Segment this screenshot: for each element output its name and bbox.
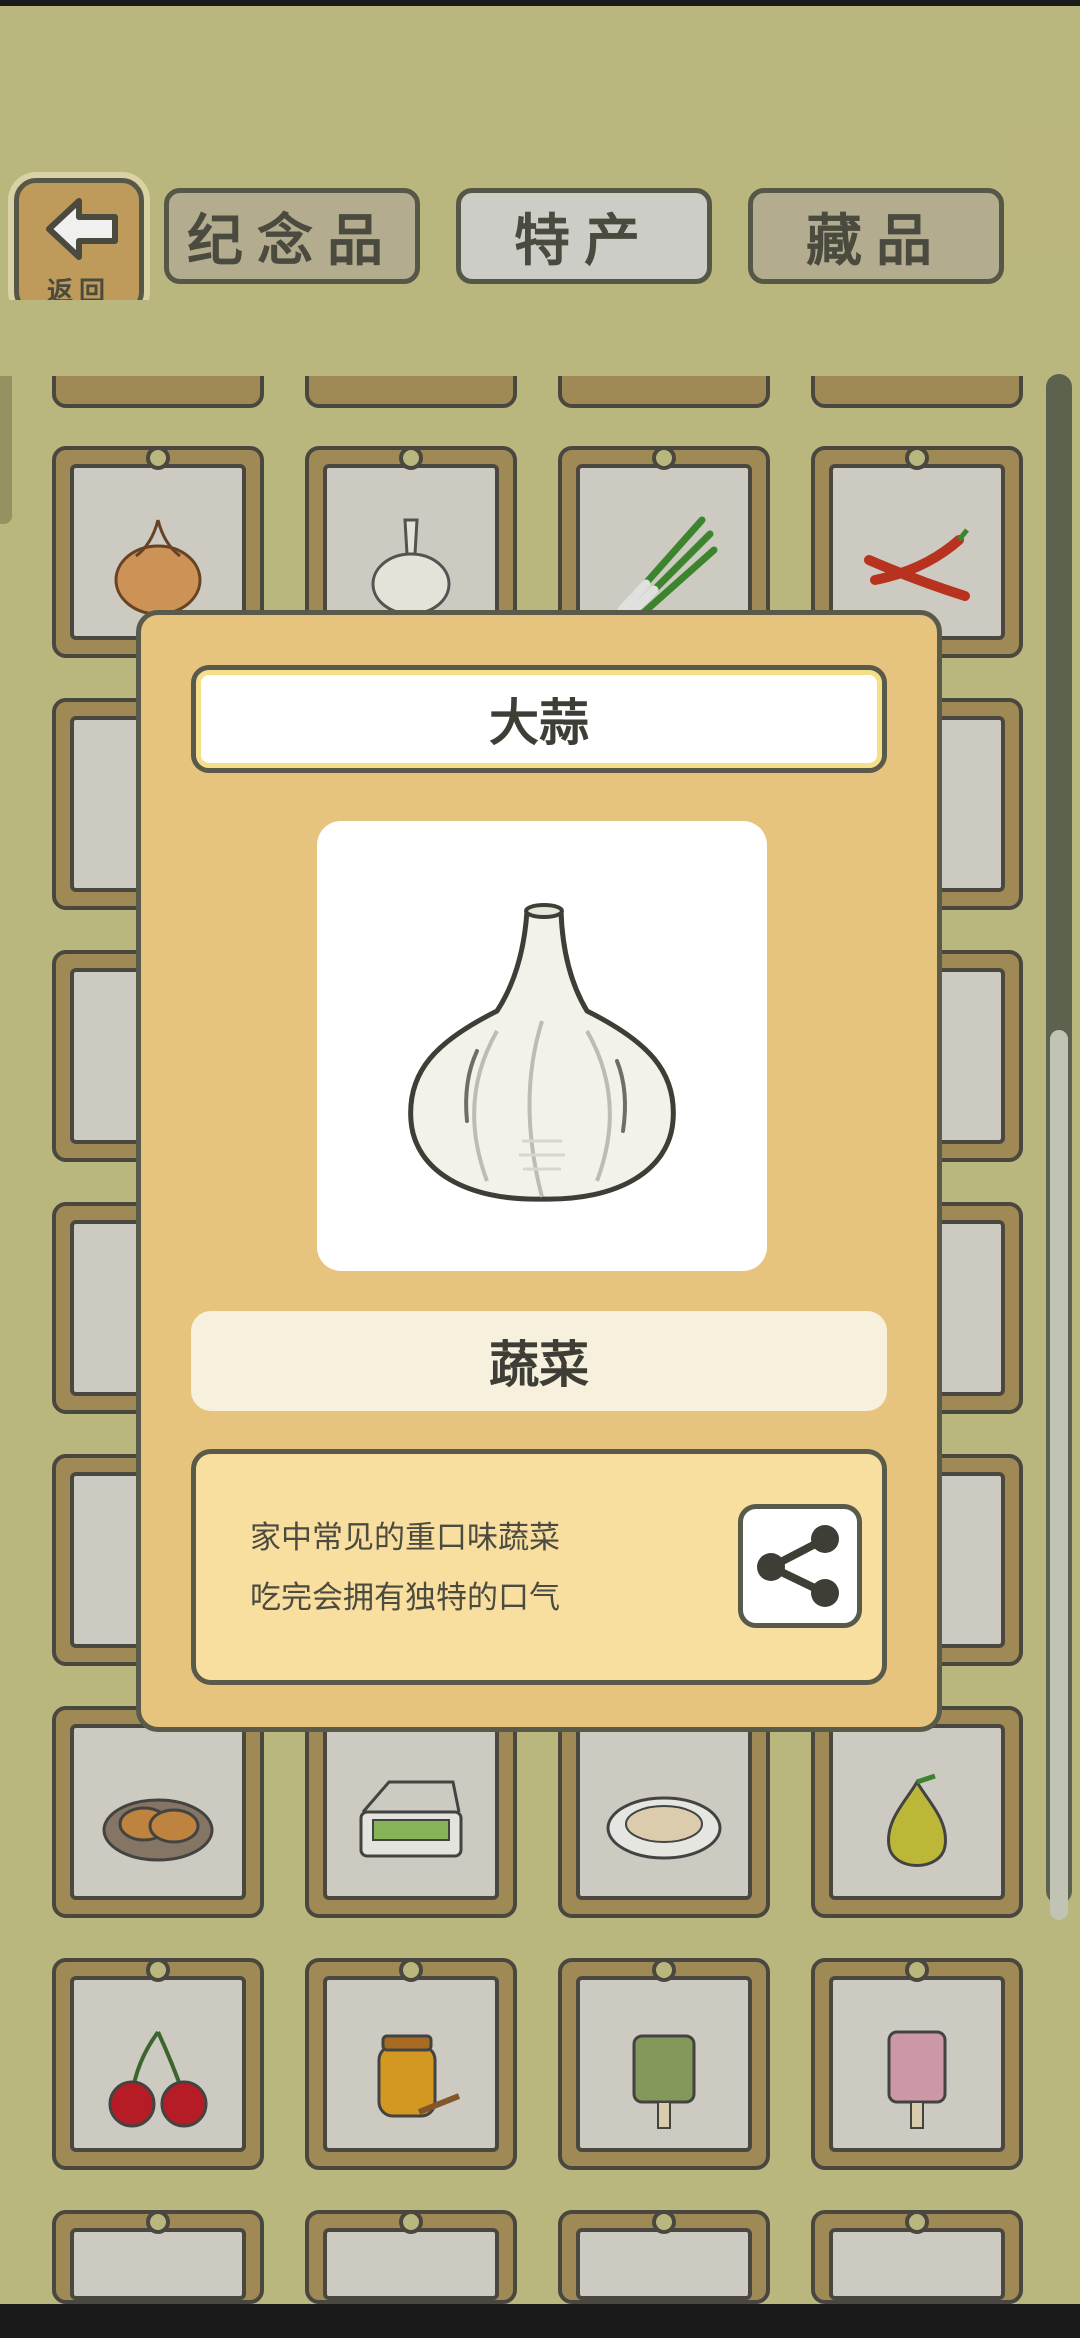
item-detail-dialog: 大蒜 蔬菜 家中常见的重口味蔬菜 吃完会拥有独特的口气 — [136, 610, 942, 1732]
description-line-1: 家中常见的重口味蔬菜 — [250, 1520, 560, 1556]
description-line-2: 吃完会拥有独特的口气 — [250, 1580, 560, 1616]
share-button[interactable] — [738, 1504, 862, 1628]
item-category: 蔬菜 — [191, 1311, 887, 1411]
item-name: 大蒜 — [191, 665, 887, 773]
garlic-icon — [408, 903, 676, 1202]
navigation-bar — [0, 2304, 1080, 2338]
item-image — [317, 821, 767, 1271]
item-description: 家中常见的重口味蔬菜 吃完会拥有独特的口气 — [191, 1449, 887, 1685]
share-icon — [757, 1525, 839, 1607]
